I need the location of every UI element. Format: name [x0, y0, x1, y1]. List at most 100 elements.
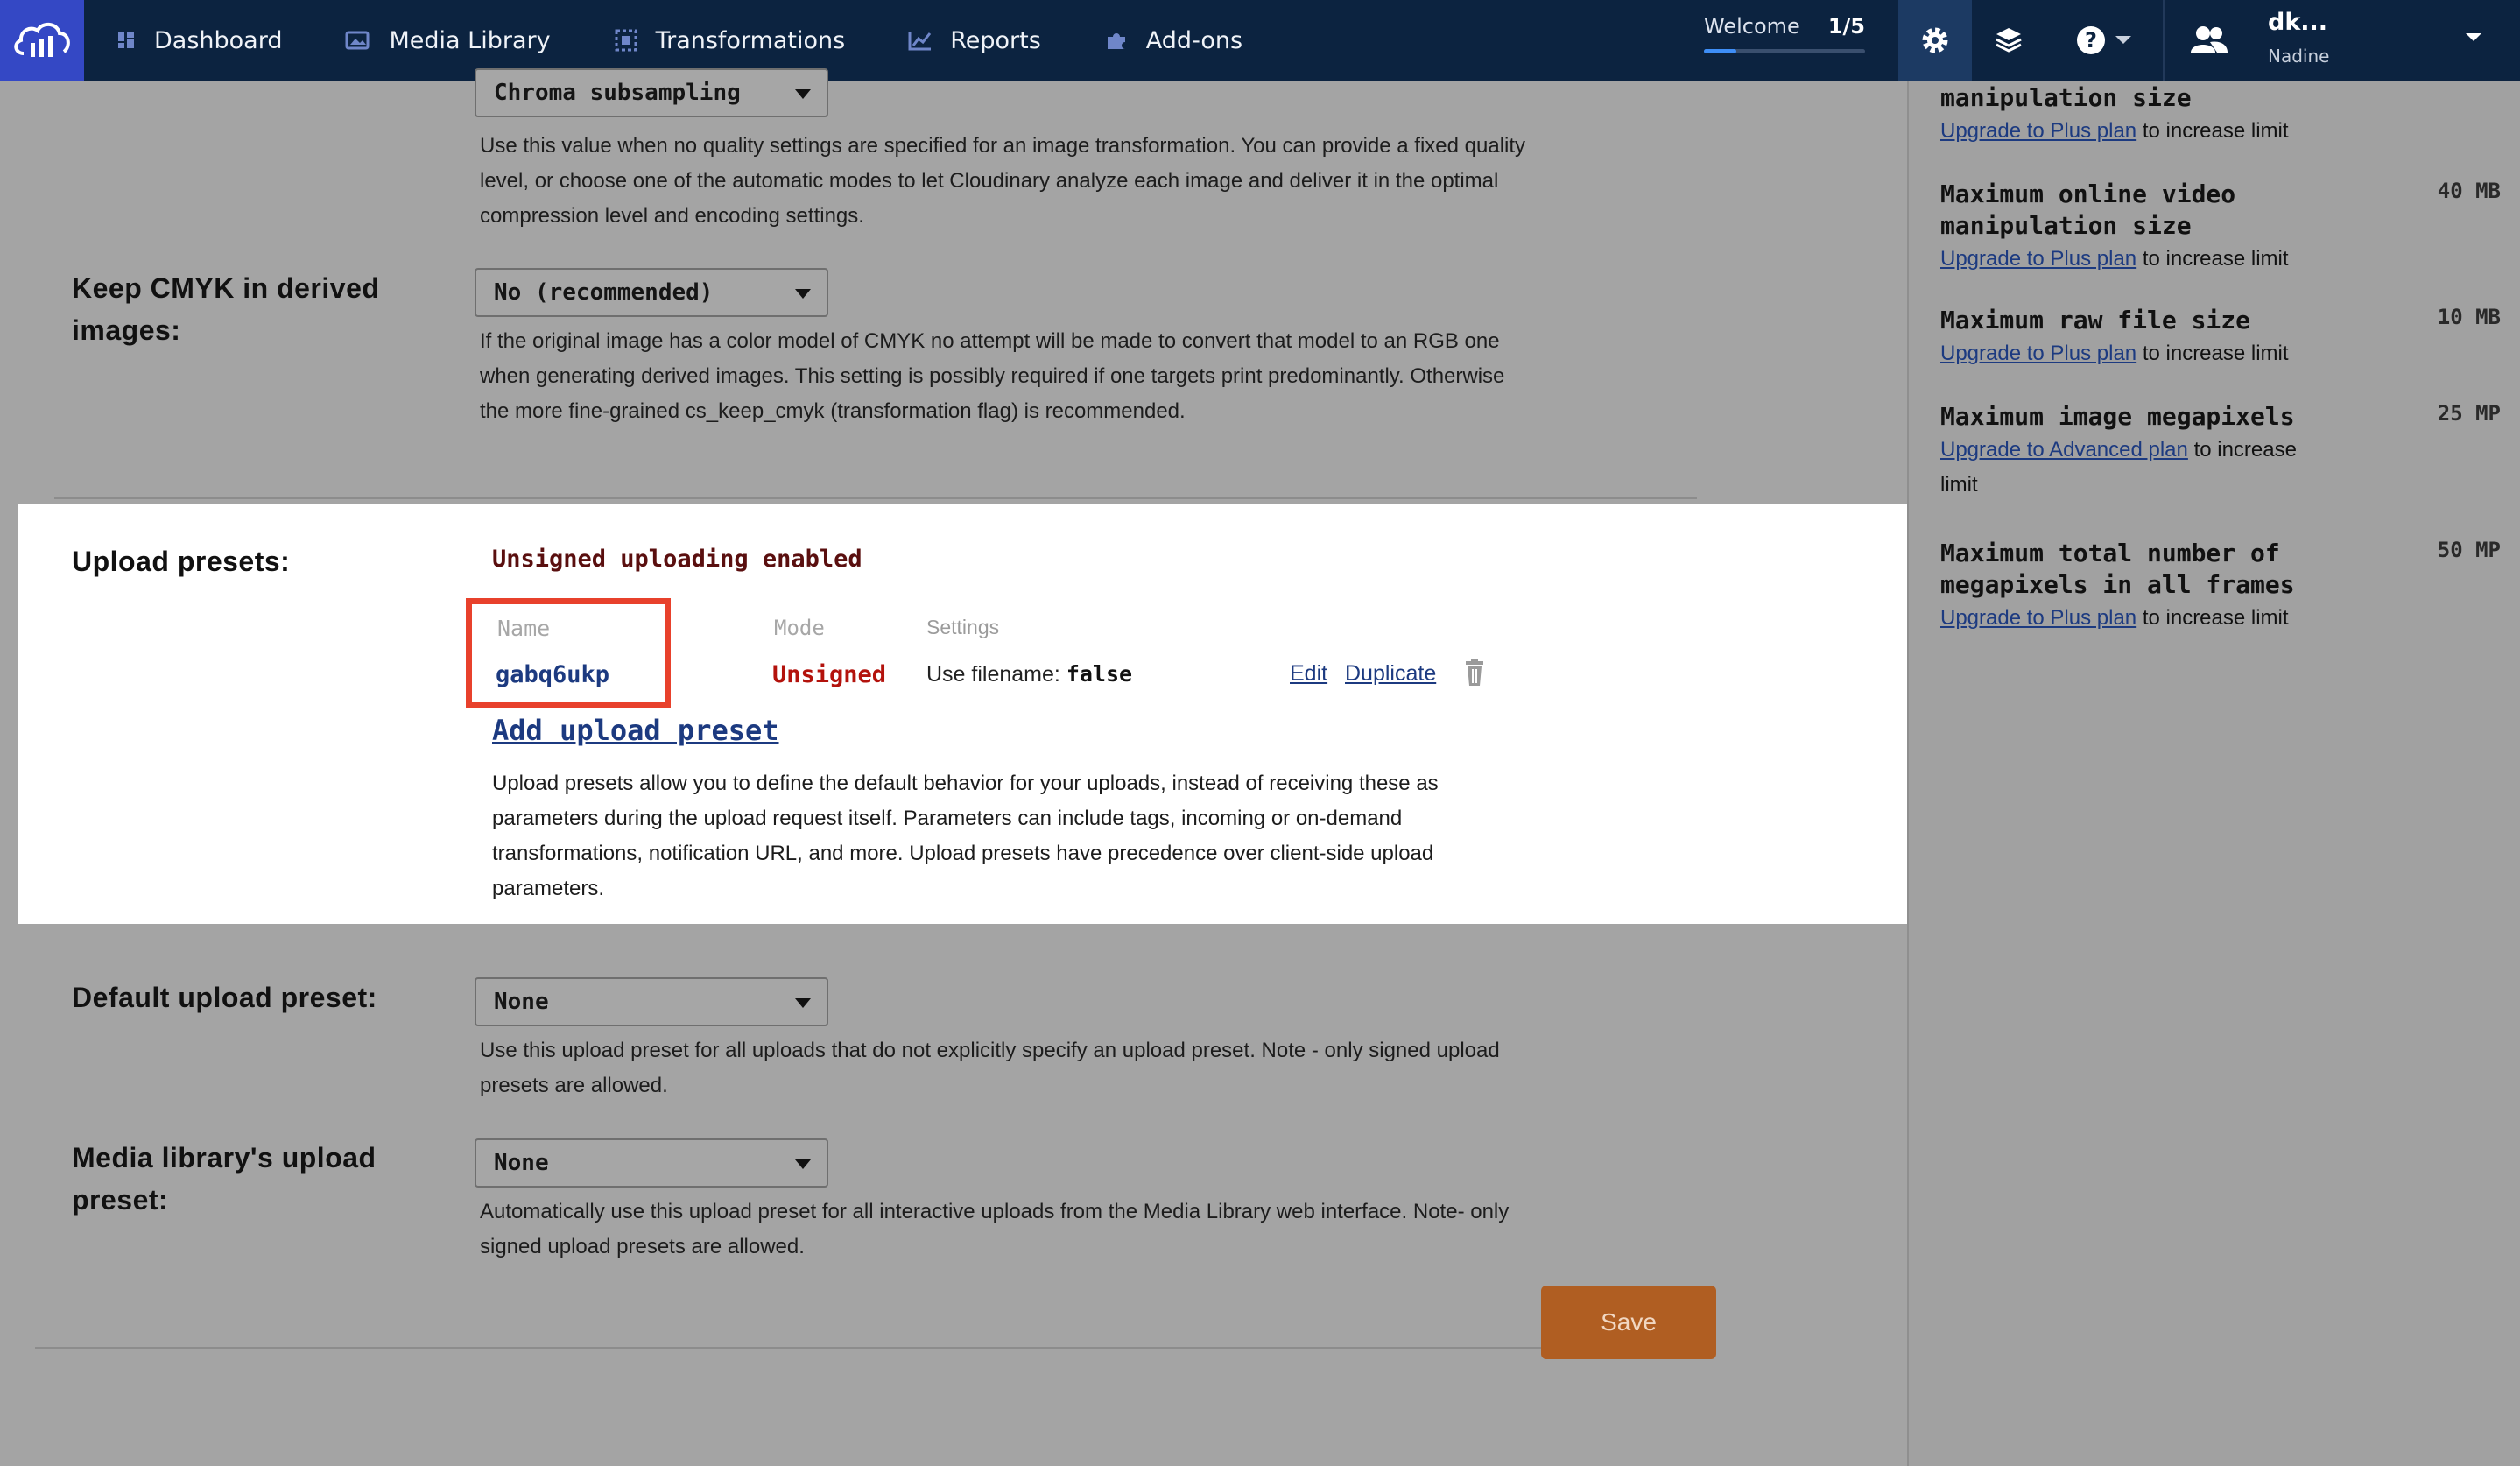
- account-user-name: Nadine: [2268, 46, 2330, 67]
- edit-preset-link[interactable]: Edit: [1290, 661, 1327, 687]
- keep-cmyk-value: No (recommended): [494, 279, 714, 306]
- limit-value: 25 MP: [2437, 401, 2501, 426]
- limit-value: 50 MP: [2437, 538, 2501, 562]
- settings-button[interactable]: [1898, 0, 1972, 81]
- upload-presets-help: Upload presets allow you to define the d…: [492, 772, 1439, 900]
- limit-value: 10 MB: [2437, 305, 2501, 329]
- chroma-subsampling-select[interactable]: Chroma subsampling: [475, 68, 828, 117]
- column-header-mode: Mode: [774, 616, 825, 640]
- cloud-logo-icon: [14, 22, 70, 57]
- preset-name-highlight: [466, 598, 671, 708]
- transformations-icon: [615, 29, 637, 52]
- account-menu[interactable]: dk... Nadine: [2166, 0, 2520, 81]
- welcome-progress[interactable]: Welcome 1/5: [1704, 0, 1865, 81]
- layers-icon: [1996, 28, 2022, 53]
- media-library-icon: [345, 31, 370, 50]
- limit-title: Maximum online video manipulation size: [1940, 180, 2236, 240]
- limit-upgrade-rest: to increase limit: [2142, 342, 2289, 365]
- media-library-preset-select[interactable]: None: [475, 1138, 828, 1188]
- nav-dashboard-label: Dashboard: [154, 26, 283, 54]
- limit-upgrade-text: Upgrade to Plus plan to increase limit: [1940, 336, 2326, 371]
- default-upload-preset-select[interactable]: None: [475, 977, 828, 1026]
- nav-media-library-label: Media Library: [389, 26, 551, 54]
- account-limits-sidebar: manipulation size Upgrade to Plus plan t…: [1907, 81, 2520, 1466]
- preset-settings-key: Use filename:: [926, 662, 1060, 687]
- welcome-label: Welcome: [1704, 14, 1800, 39]
- welcome-progress-track: [1704, 49, 1865, 53]
- dashboard-icon: [118, 32, 134, 48]
- reports-icon: [908, 32, 932, 51]
- addons-icon: [1107, 33, 1125, 49]
- upgrade-plan-link[interactable]: Upgrade to Plus plan: [1940, 606, 2136, 630]
- limit-title: manipulation size: [1940, 83, 2192, 112]
- chevron-down-icon: [2115, 36, 2131, 44]
- limit-item: Maximum raw file size 10 MB Upgrade to P…: [1940, 305, 2501, 371]
- upload-presets-label: Upload presets:: [72, 546, 291, 577]
- keep-cmyk-select[interactable]: No (recommended): [475, 268, 828, 317]
- nav-reports[interactable]: Reports: [876, 0, 1073, 81]
- upgrade-plan-link[interactable]: Upgrade to Plus plan: [1940, 247, 2136, 271]
- upload-presets-section: Upload presets: Unsigned uploading enabl…: [18, 504, 1907, 924]
- chroma-subsampling-value: Chroma subsampling: [494, 80, 741, 106]
- default-upload-preset-help: Use this upload preset for all uploads t…: [480, 1039, 1500, 1097]
- media-library-preset-value: None: [494, 1150, 549, 1176]
- media-library-preset-label: Media library's upload preset:: [72, 1142, 377, 1216]
- question-circle-icon: ?: [2077, 26, 2105, 54]
- help-menu-button[interactable]: ?: [2045, 0, 2165, 81]
- unsigned-uploading-status: Unsigned uploading enabled: [492, 546, 862, 573]
- limit-upgrade-text: Upgrade to Advanced plan to increase lim…: [1940, 433, 2326, 503]
- nav-addons-label: Add-ons: [1145, 26, 1243, 54]
- chevron-down-icon: [2466, 33, 2481, 41]
- preset-settings-value: Use filename: false: [926, 661, 1132, 687]
- nav-transformations-label: Transformations: [655, 26, 846, 54]
- save-button[interactable]: Save: [1541, 1286, 1716, 1359]
- preset-mode-value: Unsigned: [772, 661, 887, 688]
- svg-text:?: ?: [2085, 28, 2097, 53]
- dropdown-arrow-icon: [795, 998, 811, 1008]
- default-upload-preset-label: Default upload preset:: [72, 982, 377, 1013]
- limit-title: Maximum image megapixels: [1940, 402, 2295, 431]
- preset-settings-flag: false: [1066, 661, 1133, 687]
- limit-upgrade-text: Upgrade to Plus plan to increase limit: [1940, 601, 2326, 636]
- limit-upgrade-rest: to increase limit: [2142, 606, 2289, 630]
- welcome-progress-fill: [1704, 49, 1736, 53]
- quality-help-text: Use this value when no quality settings …: [480, 134, 1526, 228]
- dropdown-arrow-icon: [795, 89, 811, 99]
- limit-value: 40 MB: [2437, 179, 2501, 203]
- limit-item: Maximum online video manipulation size 4…: [1940, 179, 2501, 277]
- nav-reports-label: Reports: [950, 26, 1041, 54]
- gear-icon: [1922, 27, 1948, 53]
- duplicate-preset-link[interactable]: Duplicate: [1345, 661, 1436, 687]
- limit-upgrade-text: Upgrade to Plus plan to increase limit: [1940, 242, 2326, 277]
- nav-dashboard[interactable]: Dashboard: [84, 0, 313, 81]
- keep-cmyk-help-text: If the original image has a color model …: [480, 329, 1505, 423]
- welcome-count: 1/5: [1827, 14, 1865, 39]
- account-short-name: dk...: [2268, 9, 2328, 36]
- dropdown-arrow-icon: [795, 289, 811, 299]
- users-icon: [2191, 26, 2228, 53]
- default-upload-preset-value: None: [494, 989, 549, 1015]
- dropdown-arrow-icon: [795, 1159, 811, 1169]
- trash-icon[interactable]: [1462, 659, 1487, 687]
- limit-upgrade-text: Upgrade to Plus plan to increase limit: [1940, 114, 2326, 149]
- add-upload-preset-link[interactable]: Add upload preset: [492, 714, 779, 747]
- section-divider: [54, 497, 1697, 499]
- top-navigation-bar: Dashboard Media Library Transformations …: [0, 0, 2520, 81]
- limit-upgrade-rest: to increase limit: [2142, 247, 2289, 271]
- column-header-settings: Settings: [926, 616, 1000, 638]
- limit-item: Maximum total number of megapixels in al…: [1940, 538, 2501, 636]
- footer-divider: [35, 1347, 1716, 1349]
- limit-item: Maximum image megapixels 25 MP Upgrade t…: [1940, 401, 2501, 503]
- keep-cmyk-label: Keep CMYK in derived images:: [72, 272, 380, 346]
- upgrade-plan-link[interactable]: Upgrade to Plus plan: [1940, 119, 2136, 143]
- limit-title: Maximum raw file size: [1940, 306, 2251, 335]
- upgrade-plan-link[interactable]: Upgrade to Advanced plan: [1940, 438, 2188, 462]
- limit-item: manipulation size Upgrade to Plus plan t…: [1940, 82, 2501, 149]
- media-library-preset-help: Automatically use this upload preset for…: [480, 1200, 1510, 1258]
- nav-addons[interactable]: Add-ons: [1073, 0, 1274, 81]
- limit-upgrade-rest: to increase limit: [2142, 119, 2289, 143]
- limit-title: Maximum total number of megapixels in al…: [1940, 539, 2295, 599]
- cloudinary-logo[interactable]: [0, 0, 84, 81]
- upgrade-plan-link[interactable]: Upgrade to Plus plan: [1940, 342, 2136, 365]
- product-layers-button[interactable]: [1972, 0, 2045, 81]
